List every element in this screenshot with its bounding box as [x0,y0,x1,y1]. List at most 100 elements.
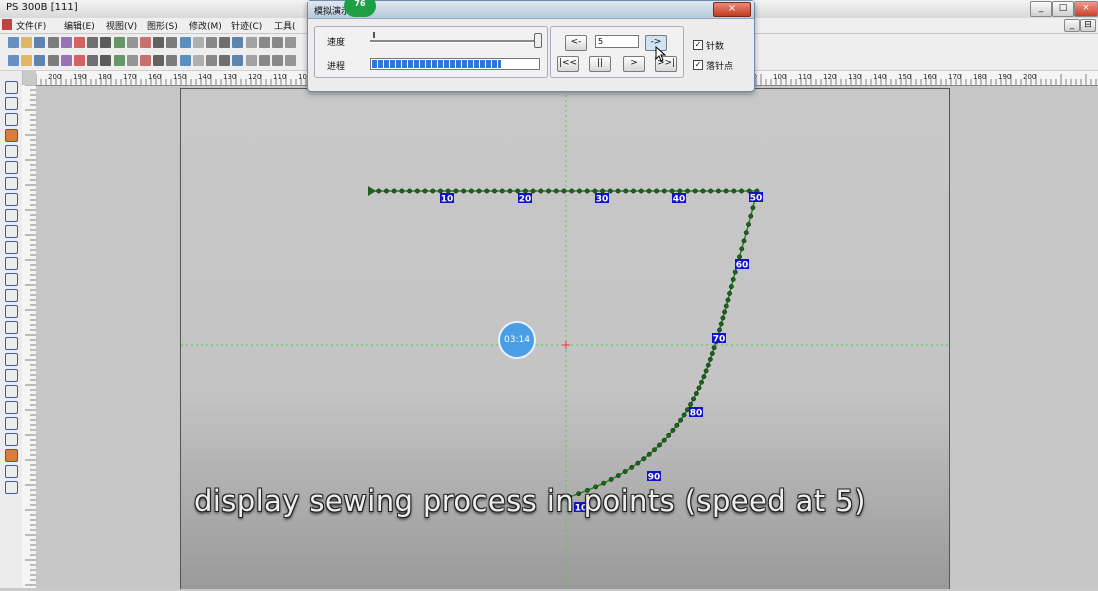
play-button[interactable]: > [623,56,645,72]
needle-point [709,351,715,356]
needle-point [507,188,513,194]
simulation-dialog: 模拟演示 76 × 速度 进程 <- -> |<< || > >>| ✓ 针数 … [307,0,755,92]
needle-point [715,188,721,194]
point-label: 60 [736,261,749,271]
needle-point [703,368,709,374]
video-subtitle: display sewing process in points (speed … [194,484,866,518]
needle-point [661,437,667,443]
point-label: 30 [596,195,609,205]
needle-point [717,327,722,333]
needle-point [553,188,559,194]
needle-point [657,442,662,448]
needle-point [654,188,660,194]
needle-point [492,188,497,194]
needle-point [629,464,635,470]
needle-point-checkbox[interactable]: ✓ [693,60,703,70]
needle-point [461,188,467,194]
needle-point [688,401,694,407]
needle-point [438,188,443,194]
speed-slider-tick [373,32,375,38]
needle-point [728,284,734,290]
pause-button[interactable]: || [589,56,611,72]
needle-point [723,303,729,309]
point-label: 90 [648,473,661,483]
speed-slider-thumb[interactable] [534,33,542,48]
progress-badge: 76 [344,0,376,17]
progress-label: 进程 [327,62,346,72]
needle-point [732,269,738,275]
needle-point [522,188,528,194]
progress-bar [370,58,540,70]
needle-point [720,315,726,321]
needle-point [696,385,702,391]
needle-point [681,412,687,418]
needle-point [699,379,704,385]
needle-point [670,427,676,433]
needle-point [700,188,706,194]
needle-point [743,230,749,236]
needle-point [407,188,413,194]
go-first-button[interactable]: |<< [557,56,579,72]
needle-point [499,188,505,194]
needle-point [666,432,672,438]
point-label: 50 [750,194,763,204]
needle-point [615,473,621,478]
needle-point [701,374,707,380]
needle-point [600,188,606,194]
step-back-button[interactable]: <- [565,35,587,51]
needle-point [484,188,490,194]
needle-point [722,309,728,315]
needle-point [615,188,621,194]
start-arrow-icon [368,186,376,196]
speed-slider[interactable] [370,40,538,43]
needle-point-label: 落针点 [706,62,734,72]
needle-point [584,188,590,194]
needle-point [530,188,536,194]
needle-point [638,188,644,194]
needle-point [646,451,652,457]
needle-point [641,456,647,462]
needle-point [383,188,389,194]
point-label: 40 [673,195,686,205]
needle-point [546,188,552,194]
stitch-count-checkbox[interactable]: ✓ [693,40,703,50]
needle-point [515,188,521,194]
needle-point [538,188,544,194]
needle-point [592,188,598,194]
needle-point [693,390,699,396]
needle-point [445,188,451,194]
needle-point [635,460,641,466]
mouse-cursor-icon [655,46,667,62]
needle-point [677,188,683,194]
needle-point [669,188,675,194]
point-label: 10 [441,195,454,205]
needle-point [622,469,628,474]
needle-point [685,188,690,194]
needle-point [376,188,382,194]
needle-point [646,188,652,194]
point-label: 20 [519,195,532,205]
needle-point [422,188,428,194]
point-label: 80 [690,409,703,419]
needle-point [750,205,756,211]
needle-point [737,254,742,260]
needle-point [748,213,754,219]
needle-point [631,188,636,194]
needle-point [707,356,713,362]
point-label: 70 [713,335,726,345]
needle-point [692,188,698,194]
dialog-close-button[interactable]: × [713,2,751,17]
needle-point [718,321,724,327]
needle-point [725,297,731,303]
video-timer-bubble: 03:14 [498,321,536,359]
needle-point [730,276,736,282]
needle-point [741,238,747,244]
needle-point [652,447,657,453]
needle-point [453,188,459,194]
needle-point [727,290,733,296]
needle-point [731,188,737,194]
step-count-input[interactable] [595,35,639,48]
needle-point [399,188,405,194]
stitch-count-label: 针数 [706,42,725,52]
needle-point [414,188,420,194]
